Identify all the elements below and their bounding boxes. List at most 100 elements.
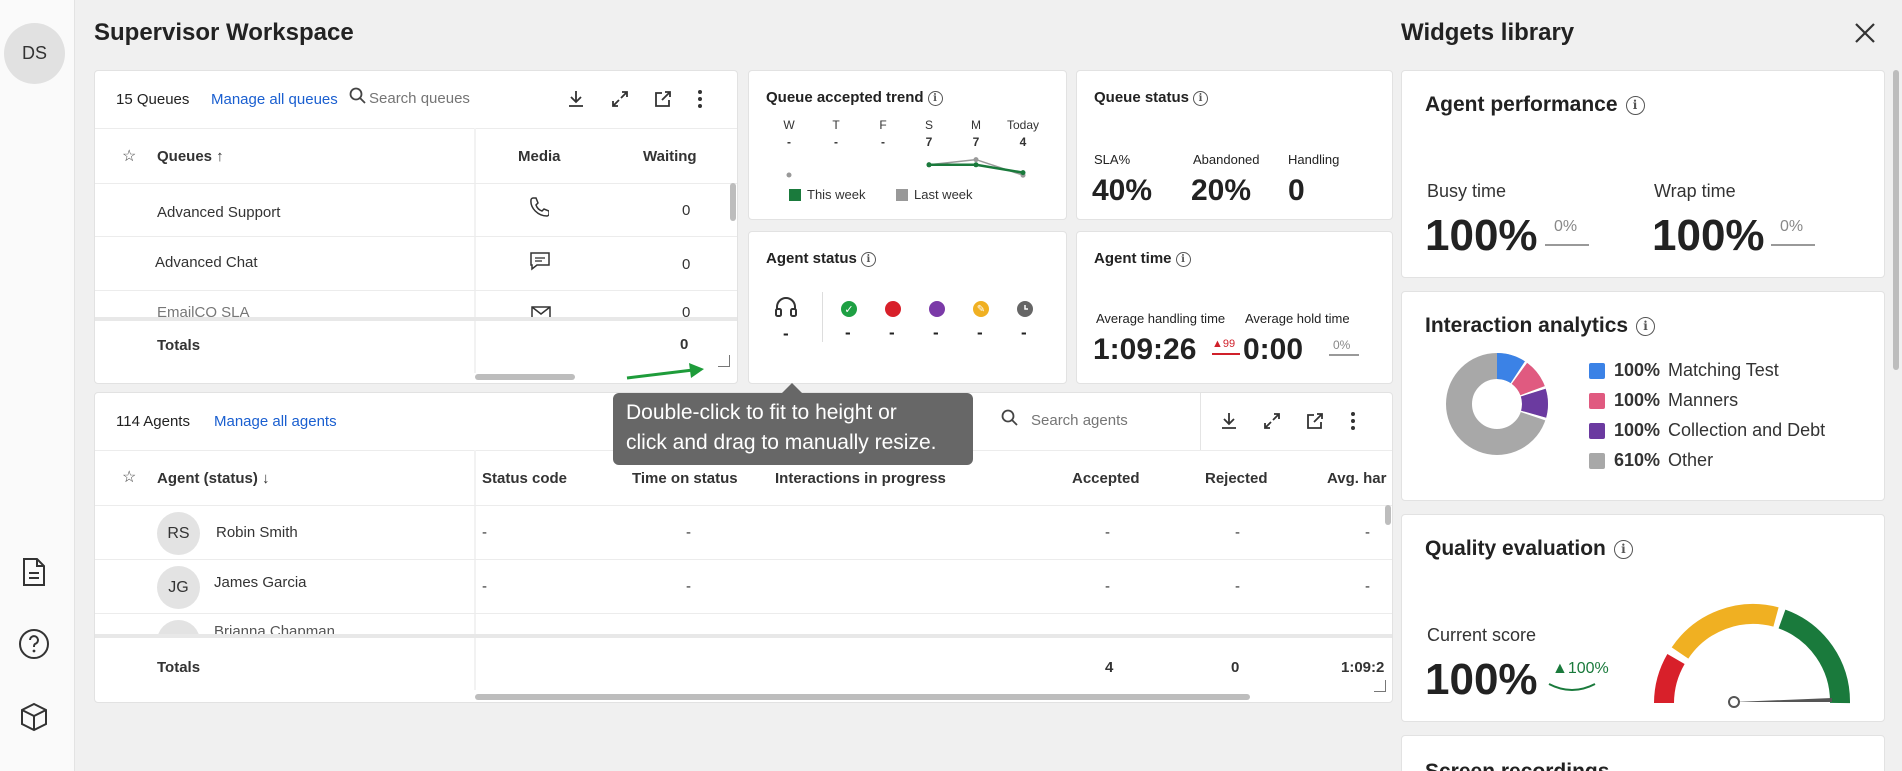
status-count: - xyxy=(845,323,851,342)
avg-column-header[interactable]: Avg. har xyxy=(1327,470,1387,487)
resize-handle[interactable] xyxy=(718,355,730,367)
queue-row-name[interactable]: Advanced Support xyxy=(157,204,280,221)
aht-value: 1:09:26 xyxy=(1093,333,1197,366)
agent-status-code: - xyxy=(482,524,487,541)
queue-row-name[interactable]: Advanced Chat xyxy=(155,254,258,271)
avatar-initials: RS xyxy=(167,524,190,542)
horizontal-scrollbar[interactable] xyxy=(475,374,575,380)
hold-delta: 0% xyxy=(1333,338,1351,352)
user-avatar[interactable]: DS xyxy=(4,23,65,84)
interaction-analytics-widget[interactable]: Interaction analytics i 100% Matching Test… xyxy=(1401,291,1885,501)
library-scrollbar[interactable] xyxy=(1893,70,1899,370)
manage-agents-link[interactable]: Manage all agents xyxy=(214,413,337,430)
legend-this-week: This week xyxy=(807,187,866,202)
agents-totals-avg: 1:09:2 xyxy=(1341,659,1385,676)
document-icon[interactable] xyxy=(16,554,52,590)
screen-recordings-widget[interactable]: Screen recordings xyxy=(1401,735,1885,771)
interactions-column-header[interactable]: Interactions in progress xyxy=(775,470,946,487)
info-icon[interactable]: i xyxy=(860,251,876,267)
info-icon[interactable]: i xyxy=(1625,95,1645,115)
busy-time-label: Busy time xyxy=(1427,181,1507,201)
queue-row-name[interactable]: EmailCQ SLA xyxy=(157,304,250,317)
search-queues-input[interactable] xyxy=(369,85,519,111)
busy-time-value: 100% xyxy=(1425,211,1538,260)
expand-icon[interactable] xyxy=(1259,408,1285,434)
legend-swatch xyxy=(1589,392,1605,409)
clock-icon xyxy=(1017,301,1033,317)
legend-this-week-swatch xyxy=(789,189,801,201)
headset-icon xyxy=(774,296,798,325)
left-rail: DS xyxy=(0,0,75,771)
agent-time-card: Agent time i Average handling time 1:09:2… xyxy=(1076,231,1393,384)
busy-icon xyxy=(885,301,901,317)
popout-icon[interactable] xyxy=(650,86,676,112)
search-icon xyxy=(349,87,367,110)
help-icon[interactable] xyxy=(16,626,52,662)
info-icon[interactable]: i xyxy=(1193,90,1209,106)
horizontal-scrollbar[interactable] xyxy=(475,694,1250,700)
search-agents-input[interactable] xyxy=(1031,407,1181,433)
download-icon[interactable] xyxy=(563,86,589,112)
avatar: RS xyxy=(157,512,200,555)
agent-time-on-status: - xyxy=(686,524,691,541)
quality-evaluation-title: Quality evaluation xyxy=(1425,537,1606,560)
abandoned-label: Abandoned xyxy=(1193,152,1260,167)
handling-value: 0 xyxy=(1288,174,1305,207)
interaction-analytics-title: Interaction analytics xyxy=(1425,314,1629,337)
info-icon[interactable]: i xyxy=(1636,316,1656,336)
status-code-column-header[interactable]: Status code xyxy=(482,470,567,487)
resize-handle[interactable] xyxy=(1374,680,1386,692)
agent-column-header[interactable]: Agent (status) ↓ xyxy=(157,470,270,487)
queue-trend-card: Queue accepted trend i W - T - F - S 7 M 7 Today 4 T… xyxy=(748,70,1067,220)
agents-count: 114 Agents xyxy=(116,413,190,430)
popout-icon[interactable] xyxy=(1302,408,1328,434)
agent-status-card: Agent status i - ✓ ✎ - - - - - xyxy=(748,231,1067,384)
queue-row-waiting: 0 xyxy=(682,256,691,273)
away-icon: ✎ xyxy=(973,301,989,317)
agent-row-name[interactable]: Brianna Chapman xyxy=(214,623,335,634)
legend-swatch xyxy=(1589,362,1605,379)
manage-queues-link[interactable]: Manage all queues xyxy=(211,91,338,108)
more-icon[interactable] xyxy=(687,86,713,112)
media-column-header[interactable]: Media xyxy=(518,148,561,165)
vertical-scrollbar[interactable] xyxy=(730,183,736,221)
trend-point xyxy=(973,162,979,168)
legend-last-week-swatch xyxy=(896,189,908,201)
sla-value: 40% xyxy=(1092,174,1153,207)
tooltip-line-2: click and drag to manually resize. xyxy=(626,431,937,454)
status-count: - xyxy=(977,323,983,342)
close-icon[interactable] xyxy=(1853,21,1877,45)
agent-status-title: Agent status xyxy=(766,250,857,267)
agent-row-name[interactable]: Robin Smith xyxy=(216,524,298,541)
wrap-time-delta: 0% xyxy=(1780,218,1804,235)
agents-totals-label: Totals xyxy=(157,659,201,676)
trend-point xyxy=(786,172,792,178)
partial-row: EmailCQ SLA 0 xyxy=(95,303,737,317)
score-delta-value: 100% xyxy=(1567,660,1609,677)
box-icon[interactable] xyxy=(16,699,52,735)
waiting-column-header[interactable]: Waiting xyxy=(643,148,697,165)
expand-icon[interactable] xyxy=(607,86,633,112)
legend-last-week: Last week xyxy=(914,187,973,202)
star-icon[interactable]: ☆ xyxy=(122,146,136,166)
star-icon[interactable]: ☆ xyxy=(122,467,136,487)
agent-accepted: - xyxy=(1105,578,1110,595)
vertical-scrollbar[interactable] xyxy=(1385,505,1391,525)
time-on-status-column-header[interactable]: Time on status xyxy=(632,470,738,487)
info-icon[interactable]: i xyxy=(1175,251,1191,267)
rejected-column-header[interactable]: Rejected xyxy=(1205,470,1268,487)
agent-row-name[interactable]: James Garcia xyxy=(214,574,307,591)
aht-delta-value: 99 xyxy=(1222,338,1236,350)
score-trend-line xyxy=(1548,683,1596,691)
queue-status-card: Queue status i SLA% 40% Abandoned 20% Han… xyxy=(1076,70,1393,220)
queues-column-header[interactable]: Queues ↑ xyxy=(157,148,224,165)
agent-avg: - xyxy=(1365,524,1370,541)
quality-evaluation-widget[interactable]: Quality evaluation i Current score 100% ▲… xyxy=(1401,514,1885,722)
info-icon[interactable]: i xyxy=(1613,539,1633,559)
agent-performance-widget[interactable]: Agent performance i Busy time 100% 0% Wra… xyxy=(1401,70,1885,278)
download-icon[interactable] xyxy=(1216,408,1242,434)
mail-icon xyxy=(531,306,551,317)
more-icon[interactable] xyxy=(1340,408,1366,434)
main-area: Supervisor Workspace 15 Queues Manage al… xyxy=(75,0,1393,771)
accepted-column-header[interactable]: Accepted xyxy=(1072,470,1140,487)
